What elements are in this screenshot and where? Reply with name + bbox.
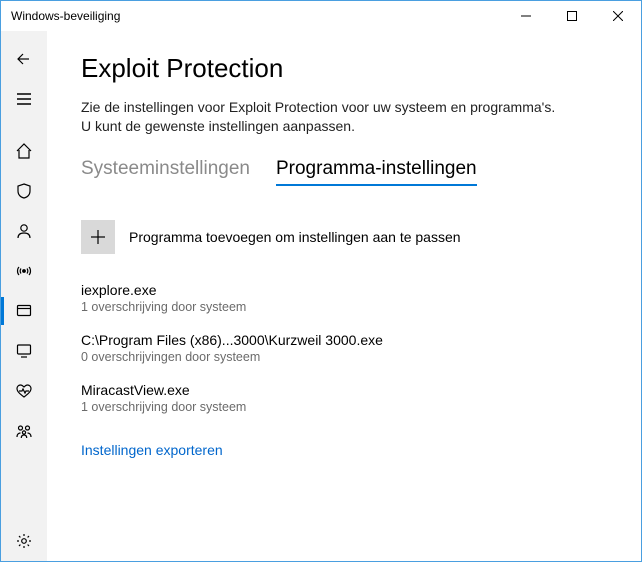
window: Windows-beveiliging bbox=[0, 0, 642, 562]
titlebar: Windows-beveiliging bbox=[1, 1, 641, 31]
menu-button[interactable] bbox=[1, 79, 47, 119]
page-heading: Exploit Protection bbox=[81, 53, 611, 84]
device-icon bbox=[15, 342, 33, 360]
program-sub: 1 overschrijving door systeem bbox=[81, 300, 611, 314]
back-arrow-icon bbox=[15, 50, 33, 68]
minimize-button[interactable] bbox=[503, 1, 549, 31]
nav-family-options[interactable] bbox=[1, 411, 47, 451]
program-sub: 0 overschrijvingen door systeem bbox=[81, 350, 611, 364]
program-name: MiracastView.exe bbox=[81, 382, 611, 398]
content-area: Exploit Protection Zie de instellingen v… bbox=[47, 31, 641, 561]
maximize-button[interactable] bbox=[549, 1, 595, 31]
app-browser-icon bbox=[15, 302, 33, 320]
back-button[interactable] bbox=[1, 39, 47, 79]
program-item[interactable]: C:\Program Files (x86)...3000\Kurzweil 3… bbox=[81, 332, 611, 364]
gear-icon bbox=[15, 532, 33, 550]
account-icon bbox=[15, 222, 33, 240]
shield-icon bbox=[15, 182, 33, 200]
program-item[interactable]: MiracastView.exe 1 overschrijving door s… bbox=[81, 382, 611, 414]
tabs: Systeeminstellingen Programma-instelling… bbox=[81, 158, 611, 186]
plus-icon bbox=[90, 229, 106, 245]
page-description: Zie de instellingen voor Exploit Protect… bbox=[81, 98, 561, 136]
home-icon bbox=[15, 142, 33, 160]
heart-icon bbox=[15, 382, 33, 400]
add-program-button[interactable] bbox=[81, 220, 115, 254]
antenna-icon bbox=[15, 262, 33, 280]
program-item[interactable]: iexplore.exe 1 overschrijving door syste… bbox=[81, 282, 611, 314]
add-program-label: Programma toevoegen om instellingen aan … bbox=[129, 229, 461, 245]
nav-virus-protection[interactable] bbox=[1, 171, 47, 211]
nav-device-performance[interactable] bbox=[1, 371, 47, 411]
nav-settings[interactable] bbox=[1, 521, 47, 561]
nav-app-browser-control[interactable] bbox=[1, 291, 47, 331]
sidebar bbox=[1, 31, 47, 561]
hamburger-icon bbox=[15, 90, 33, 108]
nav-firewall-network[interactable] bbox=[1, 251, 47, 291]
nav-device-security[interactable] bbox=[1, 331, 47, 371]
program-sub: 1 overschrijving door systeem bbox=[81, 400, 611, 414]
window-title: Windows-beveiliging bbox=[1, 9, 503, 23]
add-program-row[interactable]: Programma toevoegen om instellingen aan … bbox=[81, 220, 611, 254]
program-name: iexplore.exe bbox=[81, 282, 611, 298]
nav-account-protection[interactable] bbox=[1, 211, 47, 251]
close-button[interactable] bbox=[595, 1, 641, 31]
tab-program-settings[interactable]: Programma-instellingen bbox=[276, 158, 477, 186]
nav-home[interactable] bbox=[1, 131, 47, 171]
family-icon bbox=[15, 422, 33, 440]
program-name: C:\Program Files (x86)...3000\Kurzweil 3… bbox=[81, 332, 611, 348]
tab-system-settings[interactable]: Systeeminstellingen bbox=[81, 158, 250, 186]
export-settings-link[interactable]: Instellingen exporteren bbox=[81, 442, 223, 458]
window-body: Exploit Protection Zie de instellingen v… bbox=[1, 31, 641, 561]
